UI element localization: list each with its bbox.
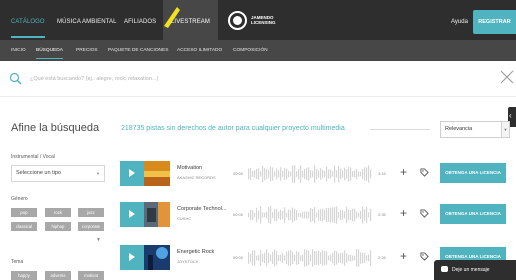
show-more-genres-icon[interactable]: ▼ (96, 237, 101, 243)
instrumental-vocal-select[interactable]: Seleccione un tipo ▼ (11, 165, 105, 182)
yellow-highlight-mark (164, 7, 180, 28)
tab-background-music[interactable]: MÚSICA AMBIENTAL (57, 0, 117, 40)
theme-chip-happy[interactable]: happy (11, 271, 37, 280)
close-icon[interactable] (500, 70, 514, 84)
subnav-unlimited-access[interactable]: ACCESO ILIMITADO (177, 40, 222, 61)
play-button[interactable] (120, 161, 144, 186)
track-artist[interactable]: CUSHC (177, 216, 191, 221)
genre-chip-classical[interactable]: classical (11, 222, 37, 231)
subnav-song-pack[interactable]: PAQUETE DE CANCIONES (108, 40, 168, 61)
play-button[interactable] (120, 245, 144, 270)
instrumental-vocal-value: Seleccione un tipo (16, 170, 61, 176)
track-artist[interactable]: JOYSTOCK (177, 259, 199, 264)
waveform[interactable] (248, 205, 372, 225)
help-link[interactable]: Ayuda (451, 0, 468, 40)
search-bar (0, 61, 516, 97)
tag-icon[interactable] (420, 168, 429, 177)
chevron-down-icon: ▼ (501, 122, 509, 137)
track-row: Motivation AKASHIC RECORDS 00:00 3:16 + … (120, 161, 506, 186)
subnav-search[interactable]: BÚSQUEDA (36, 40, 63, 61)
logo-text-licensing: LICENSING (251, 20, 276, 25)
chevron-down-icon: ▼ (96, 171, 100, 176)
tag-icon[interactable] (420, 209, 429, 218)
logo-icon (228, 10, 247, 30)
theme-chip-advertising[interactable]: advertis (45, 271, 71, 280)
search-input[interactable] (30, 73, 450, 85)
add-to-playlist-icon[interactable]: + (400, 248, 407, 264)
track-title[interactable]: Energetic Rock (177, 249, 214, 255)
sub-navigation: INICIO BÚSQUEDA PRECIOS PAQUETE DE CANCI… (0, 40, 516, 61)
instrumental-vocal-label: Instrumental / Vocal (11, 154, 55, 160)
track-duration: 2:26 (378, 255, 386, 260)
page-root: CATÁLOGO MÚSICA AMBIENTAL AFILIADOS LIVE… (0, 0, 516, 280)
register-button[interactable]: REGISTRAR (473, 10, 516, 34)
theme-label: Tema (11, 259, 24, 265)
waveform[interactable] (248, 164, 372, 184)
chat-bubble-icon (441, 266, 448, 272)
sort-select[interactable]: Relevancia ▼ (440, 121, 510, 138)
add-to-playlist-icon[interactable]: + (400, 164, 407, 180)
play-button[interactable] (120, 202, 144, 227)
track-start-time: 00:00 (233, 212, 244, 217)
genre-chip-jazz[interactable]: jazz (78, 208, 104, 217)
results-count-title: 218735 pistas sin derechos de autor para… (121, 125, 345, 132)
track-cover-image (144, 161, 170, 186)
track-cover-image (144, 245, 170, 270)
subnav-composition[interactable]: COMPOSICIÓN (233, 40, 268, 61)
track-title[interactable]: Motivation (177, 165, 202, 171)
track-cover-image (144, 202, 170, 227)
divider (370, 129, 430, 130)
refine-title: Afine la búsqueda (11, 122, 100, 134)
get-license-button[interactable]: OBTENGA UNA LICENCIA (440, 163, 506, 183)
tab-catalog[interactable]: CATÁLOGO (11, 0, 45, 40)
tag-icon[interactable] (420, 252, 429, 261)
add-to-playlist-icon[interactable]: + (400, 205, 407, 221)
waveform[interactable] (248, 248, 372, 268)
chat-label: Deje un mensaje (452, 267, 490, 273)
search-icon (9, 72, 22, 85)
genre-chip-corporate[interactable]: corporate (78, 222, 104, 231)
genre-chip-hiphop[interactable]: hiphop (45, 222, 71, 231)
track-artist[interactable]: AKASHIC RECORDS (177, 175, 216, 180)
theme-chip-motivational[interactable]: motivat (78, 271, 104, 280)
genre-chip-pop[interactable]: pop (11, 208, 37, 217)
top-navigation: CATÁLOGO MÚSICA AMBIENTAL AFILIADOS LIVE… (0, 0, 516, 40)
track-duration: 2:35 (378, 212, 386, 217)
track-title[interactable]: Corporate Technol... (177, 206, 226, 212)
track-start-time: 00:00 (233, 255, 244, 260)
chevron-left-icon: ‹ (509, 111, 512, 120)
jamendo-licensing-logo[interactable]: JAMENDO LICENSING (228, 10, 276, 30)
genre-chip-rock[interactable]: rock (45, 208, 71, 217)
subnav-home[interactable]: INICIO (11, 40, 26, 61)
tab-affiliates[interactable]: AFILIADOS (124, 0, 156, 40)
genre-label: Género (11, 196, 28, 202)
get-license-button[interactable]: OBTENGA UNA LICENCIA (440, 204, 506, 224)
sort-value: Relevancia (445, 126, 473, 132)
track-row: Corporate Technol... CUSHC 00:00 2:35 + … (120, 202, 506, 227)
chat-widget[interactable]: Deje un mensaje (434, 260, 516, 280)
track-duration: 3:16 (378, 171, 386, 176)
subnav-prices[interactable]: PRECIOS (76, 40, 98, 61)
track-start-time: 00:00 (233, 171, 244, 176)
